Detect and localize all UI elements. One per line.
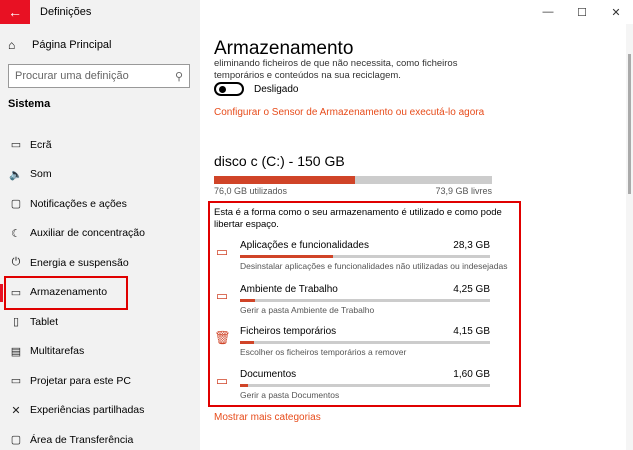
- minimize-button[interactable]: —: [531, 0, 565, 24]
- category-usage-bar: [240, 341, 490, 344]
- sidebar-item-label: Experiências partilhadas: [30, 404, 145, 417]
- sidebar-item-label: Notificações e ações: [30, 197, 127, 210]
- category-size: 1,60 GB: [453, 369, 490, 380]
- share-icon: ✕: [11, 404, 21, 417]
- category-name: Aplicações e funcionalidades: [240, 240, 369, 251]
- storage-category[interactable]: ▭ Documentos 1,60 GB Gerir a pasta Document…: [214, 369, 490, 409]
- sidebar-item-label: Som: [30, 168, 52, 181]
- home-label: Página Principal: [32, 39, 112, 51]
- desktop-icon: ▭: [215, 288, 229, 303]
- sidebar-item-label: Energia e suspensão: [30, 256, 129, 269]
- app-title: Definições: [40, 6, 92, 18]
- category-usage-bar: [240, 384, 490, 387]
- scrollbar-thumb[interactable]: [628, 54, 631, 194]
- tablet-icon: ▯: [12, 316, 20, 329]
- multitask-icon: ▤: [10, 345, 22, 358]
- search-icon: ⚲: [174, 70, 183, 83]
- power-icon: ⏻: [11, 256, 21, 269]
- scrollbar[interactable]: [626, 24, 633, 450]
- search-input[interactable]: Procurar uma definição ⚲: [8, 64, 190, 88]
- category-usage-bar: [240, 255, 490, 258]
- maximize-icon: ☐: [577, 6, 587, 19]
- sidebar-item-10[interactable]: ▢ Área de Transferência: [0, 425, 200, 450]
- sidebar-item-label: Tablet: [30, 315, 59, 328]
- disk-title: disco c (C:) - 150 GB: [214, 153, 345, 169]
- sidebar-item-label: Multitarefas: [30, 345, 85, 358]
- sidebar-item-1[interactable]: 🔈 Som: [0, 160, 200, 190]
- back-button[interactable]: ←: [0, 0, 30, 24]
- monitor-icon: ▭: [215, 244, 229, 259]
- toggle-state-label: Desligado: [254, 83, 299, 95]
- storage-sense-toggle-row: Desligado: [214, 82, 298, 96]
- sidebar-item-label: Ecrã: [30, 138, 52, 151]
- trash-icon: 🗑: [214, 330, 231, 345]
- usage-intro: Esta é a forma como o seu armazenamento …: [214, 207, 502, 230]
- show-more-categories-link[interactable]: Mostrar mais categorias: [214, 412, 321, 423]
- sidebar-item-0[interactable]: ▭ Ecrã: [0, 130, 200, 160]
- storage-sense-toggle[interactable]: [214, 82, 244, 96]
- category-description: Gerir a pasta Ambiente de Trabalho: [240, 305, 375, 315]
- minimize-icon: —: [542, 6, 554, 18]
- project-icon: ▭: [10, 375, 22, 388]
- category-description: Desinstalar aplicações e funcionalidades…: [240, 261, 508, 271]
- monitor-icon: ▭: [10, 139, 22, 152]
- search-placeholder: Procurar uma definição: [15, 70, 129, 82]
- category-usage-fill: [240, 341, 254, 344]
- page-title: Armazenamento: [214, 38, 354, 59]
- maximize-button[interactable]: ☐: [565, 0, 599, 24]
- category-size: 4,25 GB: [453, 284, 490, 295]
- category-usage-bar: [240, 299, 490, 302]
- sidebar-item-label: Auxiliar de concentração: [30, 227, 145, 240]
- storage-category[interactable]: ▭ Ambiente de Trabalho 4,25 GB Gerir a past…: [214, 284, 490, 324]
- category-name: Ficheiros temporários: [240, 326, 337, 337]
- disk-usage-fill: [214, 176, 355, 184]
- category-usage-fill: [240, 255, 333, 258]
- storage-sense-description: eliminando ficheiros de que não necessit…: [214, 58, 458, 81]
- sidebar-item-7[interactable]: ▤ Multitarefas: [0, 337, 200, 367]
- sidebar-item-label: Área de Transferência: [30, 433, 134, 446]
- disk-used-label: 76,0 GB utilizados: [214, 186, 288, 196]
- storage-category[interactable]: ▭ Aplicações e funcionalidades 28,3 GB Desi…: [214, 240, 508, 280]
- sidebar-item-3[interactable]: ☾ Auxiliar de concentração: [0, 219, 200, 249]
- sidebar-item-2[interactable]: ▢ Notificações e ações: [0, 189, 200, 219]
- moon-icon: ☾: [11, 227, 21, 240]
- configure-storage-sense-link[interactable]: Configurar o Sensor de Armazenamento ou …: [214, 107, 484, 118]
- sidebar-item-6[interactable]: ▯ Tablet: [0, 307, 200, 337]
- speaker-icon: 🔈: [9, 168, 23, 181]
- close-icon: ✕: [611, 6, 621, 19]
- sidebar-item-label: Projetar para este PC: [30, 374, 131, 387]
- home-link[interactable]: ⌂ Página Principal: [8, 38, 112, 52]
- home-icon: ⌂: [8, 38, 16, 52]
- disk-free-label: 73,9 GB livres: [435, 186, 492, 196]
- annotation-highlight-sidebar: [4, 276, 128, 310]
- category-description: Escolher os ficheiros temporários a remo…: [240, 347, 407, 357]
- disk-usage-bar: [214, 176, 492, 184]
- clipboard-icon: ▢: [10, 434, 22, 447]
- category-usage-fill: [240, 299, 255, 302]
- storage-category[interactable]: 🗑 Ficheiros temporários 4,15 GB Escolher os…: [214, 326, 490, 366]
- sidebar-item-4[interactable]: ⏻ Energia e suspensão: [0, 248, 200, 278]
- category-size: 28,3 GB: [453, 240, 490, 251]
- category-usage-fill: [240, 384, 248, 387]
- category-description: Gerir a pasta Documentos: [240, 390, 340, 400]
- window-controls: — ☐ ✕: [531, 0, 633, 24]
- sidebar-item-8[interactable]: ▭ Projetar para este PC: [0, 366, 200, 396]
- close-button[interactable]: ✕: [599, 0, 633, 24]
- back-arrow-icon: ←: [8, 4, 22, 20]
- section-title: Sistema: [8, 98, 51, 110]
- category-name: Documentos: [240, 369, 297, 380]
- notification-icon: ▢: [10, 198, 22, 211]
- category-name: Ambiente de Trabalho: [240, 284, 338, 295]
- folder-icon: ▭: [215, 373, 229, 388]
- sidebar-item-9[interactable]: ✕ Experiências partilhadas: [0, 396, 200, 426]
- category-size: 4,15 GB: [453, 326, 490, 337]
